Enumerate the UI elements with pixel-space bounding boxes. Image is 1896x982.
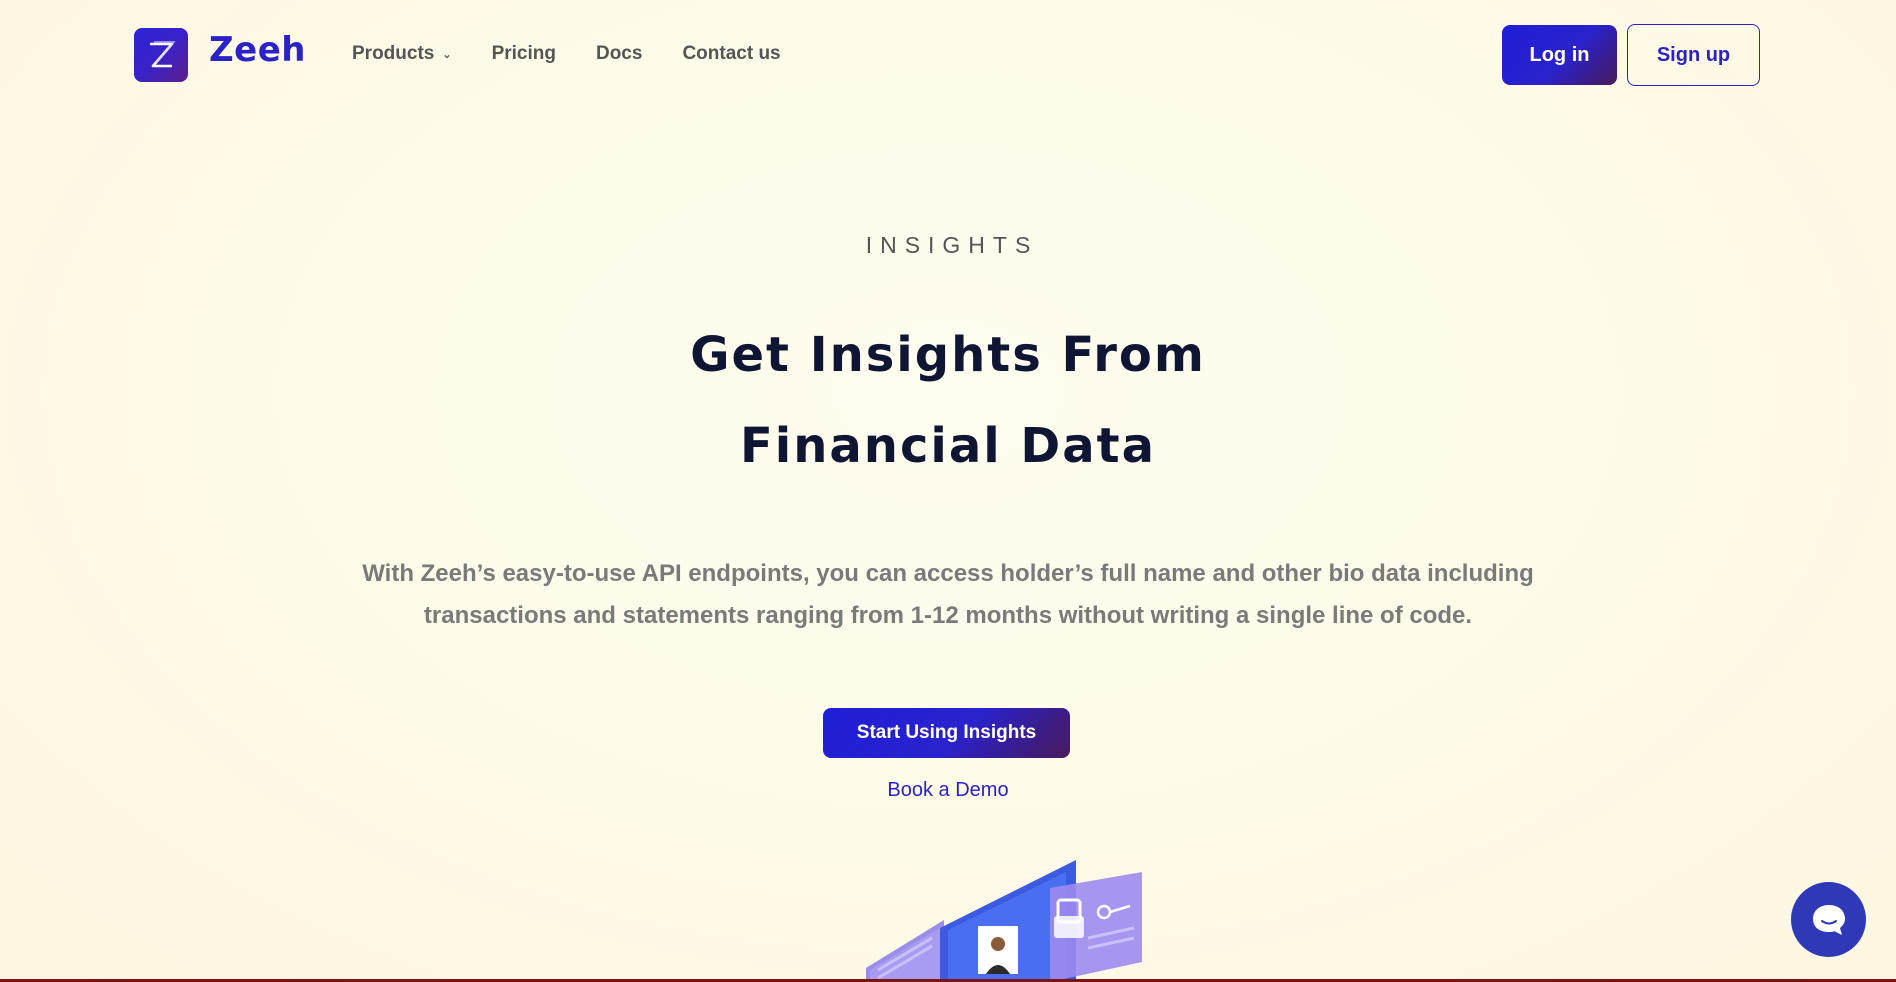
zeeh-logo-icon[interactable] (134, 28, 188, 82)
hero-subtext: With Zeeh’s easy-to-use API endpoints, y… (298, 553, 1598, 637)
login-button[interactable]: Log in (1502, 25, 1617, 85)
subtext-line-1: With Zeeh’s easy-to-use API endpoints, y… (362, 560, 1534, 587)
nav-item-contact[interactable]: Contact us (682, 43, 780, 65)
hero-eyebrow: INSIGHTS (865, 232, 1039, 258)
headline-line-2: Financial Data (739, 418, 1156, 474)
subtext-line-2: transactions and statements ranging from… (423, 602, 1473, 629)
nav-item-label: Products (352, 43, 435, 64)
main-nav: Products ⌄ Pricing Docs Contact us (352, 43, 821, 65)
nav-item-label: Docs (595, 43, 643, 64)
nav-item-label: Contact us (682, 43, 781, 64)
nav-item-products[interactable]: Products ⌄ (352, 43, 452, 65)
site-header: Zeeh Products ⌄ Pricing Docs Contact us … (0, 0, 1896, 110)
nav-item-pricing[interactable]: Pricing (492, 43, 556, 65)
hero-headline: Get Insights From Financial Data (0, 310, 1896, 492)
z-glyph-icon (150, 41, 176, 68)
signup-button[interactable]: Sign up (1627, 24, 1760, 86)
chat-widget-button[interactable] (1791, 882, 1866, 957)
brand-name[interactable]: Zeeh (209, 30, 306, 70)
chat-bubble-icon (1812, 904, 1845, 935)
insights-illustration (866, 860, 1142, 982)
headline-line-1: Get Insights From (690, 327, 1206, 383)
nav-item-label: Pricing (491, 43, 556, 64)
start-using-insights-button[interactable]: Start Using Insights (823, 708, 1070, 758)
nav-item-docs[interactable]: Docs (596, 43, 642, 65)
book-demo-link[interactable]: Book a Demo (0, 779, 1896, 802)
chevron-down-icon: ⌄ (442, 48, 452, 61)
